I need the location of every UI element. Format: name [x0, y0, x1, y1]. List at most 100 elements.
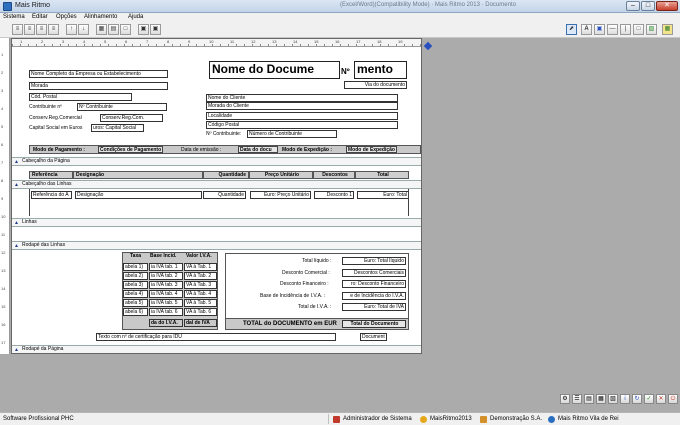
tax-base-cell[interactable]: ia IVA tab. 1: [149, 263, 183, 271]
tax-value-cell[interactable]: VA à Tab. 3: [184, 281, 217, 289]
text-tool-icon[interactable]: A: [581, 24, 592, 35]
collapse-icon[interactable]: ▲: [14, 220, 19, 227]
menu-ajuda[interactable]: Ajuda: [128, 14, 143, 20]
issue-date-field[interactable]: Data do docu: [238, 146, 278, 153]
dispatch-field[interactable]: Modo de Expedição: [346, 146, 397, 153]
certification-field[interactable]: Texto com nº de certificação para IDU: [96, 333, 336, 341]
image-tool-icon[interactable]: ▣: [594, 24, 605, 35]
tax-value-cell[interactable]: VA à Tab. 6: [184, 308, 217, 316]
company-address-field[interactable]: Morada: [29, 82, 168, 90]
vat-total-field[interactable]: Euro: Total de IVA: [342, 303, 406, 311]
menu-opcoes[interactable]: Opções: [56, 14, 77, 20]
box-tool-icon[interactable]: □: [633, 24, 644, 35]
grid-icon[interactable]: ▦: [596, 394, 606, 404]
same-size-icon[interactable]: □: [120, 24, 131, 35]
tax-value-cell[interactable]: VA à Tab. 2: [184, 272, 217, 280]
col-header-price: Preço Unitário: [249, 171, 313, 179]
client-name-field[interactable]: Nome do Cliente: [206, 94, 398, 102]
vertical-line-icon[interactable]: |: [620, 24, 631, 35]
tax-value-cell[interactable]: VA à Tab. 5: [184, 299, 217, 307]
doc-number-field[interactable]: mento: [354, 61, 407, 79]
barcode-icon[interactable]: ▧: [646, 24, 657, 35]
document-name-field[interactable]: Nome do Docume: [209, 61, 340, 79]
tax-rate-cell[interactable]: abela 4): [123, 290, 148, 298]
col-header-qty: Quantidade: [203, 171, 249, 179]
menu-editar[interactable]: Editar: [32, 14, 48, 20]
cancel-icon[interactable]: ✕: [656, 394, 666, 404]
collapse-icon[interactable]: ▲: [14, 182, 19, 189]
ruler-mark: 5: [104, 39, 107, 44]
band-label: Linhas: [22, 219, 37, 225]
client-address-field[interactable]: Morada do Cliente: [206, 102, 398, 110]
tax-value-cell[interactable]: VA à Tab. 1: [184, 263, 217, 271]
send-back-icon[interactable]: ▣: [150, 24, 161, 35]
ruler-mark: 13: [1, 268, 6, 273]
window-title: Mais Ritmo: [15, 2, 51, 9]
tax-rate-cell[interactable]: abela 3): [123, 281, 148, 289]
client-postal-field[interactable]: Código Postal: [206, 121, 398, 129]
band-lines[interactable]: ▲ Linhas: [12, 218, 421, 227]
menu-alinhamento[interactable]: Alinhamento: [84, 14, 117, 20]
tax-base-cell[interactable]: ia IVA tab. 6: [149, 308, 183, 316]
band-page-header[interactable]: ▲ Cabeçalho da Página: [12, 157, 421, 166]
maximize-button[interactable]: □: [641, 1, 655, 11]
confirm-icon[interactable]: ✓: [644, 394, 654, 404]
exit-icon[interactable]: ⏻: [668, 394, 678, 404]
menu-sistema[interactable]: Sistema: [3, 14, 25, 20]
tax-value-total[interactable]: dal de IVA: [184, 319, 217, 327]
report-page[interactable]: 1 2 3 4 5 6 7 8 9 10 11 12 13 14 15 16 1…: [11, 38, 422, 354]
band-lines-header[interactable]: ▲ Cabeçalho das Linhas: [12, 180, 421, 189]
collapse-icon[interactable]: ▲: [14, 347, 19, 353]
band-lines-footer[interactable]: ▲ Rodapé das Linhas: [12, 241, 421, 250]
align-justify-icon[interactable]: ≡: [48, 24, 59, 35]
tax-base-cell[interactable]: ia IVA tab. 2: [149, 272, 183, 280]
doc-total-field[interactable]: Total do Documento: [342, 320, 406, 328]
net-total-field[interactable]: Euro: Total líquido: [342, 257, 406, 265]
line-tool-icon[interactable]: —: [607, 24, 618, 35]
doc-via-field[interactable]: Via do documento: [344, 81, 407, 89]
ruler-mark: 16: [1, 322, 6, 327]
tax-base-cell[interactable]: ia IVA tab. 4: [149, 290, 183, 298]
align-left-icon[interactable]: ≡: [12, 24, 23, 35]
capital-field[interactable]: uros: Capital Social: [91, 124, 144, 132]
tax-base-cell[interactable]: ia IVA tab. 5: [149, 299, 183, 307]
ungroup-icon[interactable]: ▤: [108, 24, 119, 35]
tax-rate-cell[interactable]: abela 1): [123, 263, 148, 271]
taxpayer-field[interactable]: Nº Contribuinte: [77, 103, 167, 111]
minimize-button[interactable]: –: [626, 1, 640, 11]
collapse-icon[interactable]: ▲: [14, 243, 19, 250]
registry-field[interactable]: Conserv.Reg.Com.: [100, 114, 163, 122]
info-icon[interactable]: i: [620, 394, 630, 404]
arrow-down-icon[interactable]: ↓: [78, 24, 89, 35]
company-postal-field[interactable]: Cód. Postal: [29, 93, 132, 101]
tax-rate-cell[interactable]: abela 5): [123, 299, 148, 307]
pointer-icon[interactable]: ⬈: [566, 24, 577, 35]
arrow-up-icon[interactable]: ↑: [66, 24, 77, 35]
tax-rate-cell[interactable]: abela 6): [123, 308, 148, 316]
align-center-icon[interactable]: ≡: [24, 24, 35, 35]
align-right-icon[interactable]: ≡: [36, 24, 47, 35]
company-name-field[interactable]: Nome Completo da Empresa ou Estabelecime…: [29, 70, 168, 78]
table-icon[interactable]: ▧: [608, 394, 618, 404]
bring-front-icon[interactable]: ▣: [138, 24, 149, 35]
tax-base-cell[interactable]: ia IVA tab. 3: [149, 281, 183, 289]
band-page-footer[interactable]: ▲ Rodapé da Página: [12, 345, 421, 353]
tax-value-cell[interactable]: VA à Tab. 4: [184, 290, 217, 298]
group-icon[interactable]: ▦: [96, 24, 107, 35]
vat-base-field[interactable]: e de Incidência do I.V.A.: [342, 292, 406, 300]
tools-icon[interactable]: ⚙: [560, 394, 570, 404]
refresh-icon[interactable]: ↻: [632, 394, 642, 404]
list-icon[interactable]: ☰: [572, 394, 582, 404]
tax-rate-cell[interactable]: abela 2): [123, 272, 148, 280]
payment-field[interactable]: Condições de Pagamento: [98, 146, 164, 153]
tax-base-total[interactable]: da do I.V.A.: [149, 319, 183, 327]
collapse-icon[interactable]: ▲: [14, 159, 19, 166]
document-footer-field[interactable]: Document: [360, 333, 387, 341]
document-icon[interactable]: ▤: [584, 394, 594, 404]
commercial-discount-field[interactable]: Descontos Comerciais: [342, 269, 406, 277]
field-tool-icon[interactable]: ▦: [662, 24, 673, 35]
client-locality-field[interactable]: Localidade: [206, 112, 398, 120]
close-button[interactable]: ✕: [656, 1, 678, 11]
client-taxpayer-field[interactable]: Número de Contribuinte: [247, 130, 337, 138]
financial-discount-field[interactable]: ro: Desconto Financeiro: [342, 280, 406, 288]
